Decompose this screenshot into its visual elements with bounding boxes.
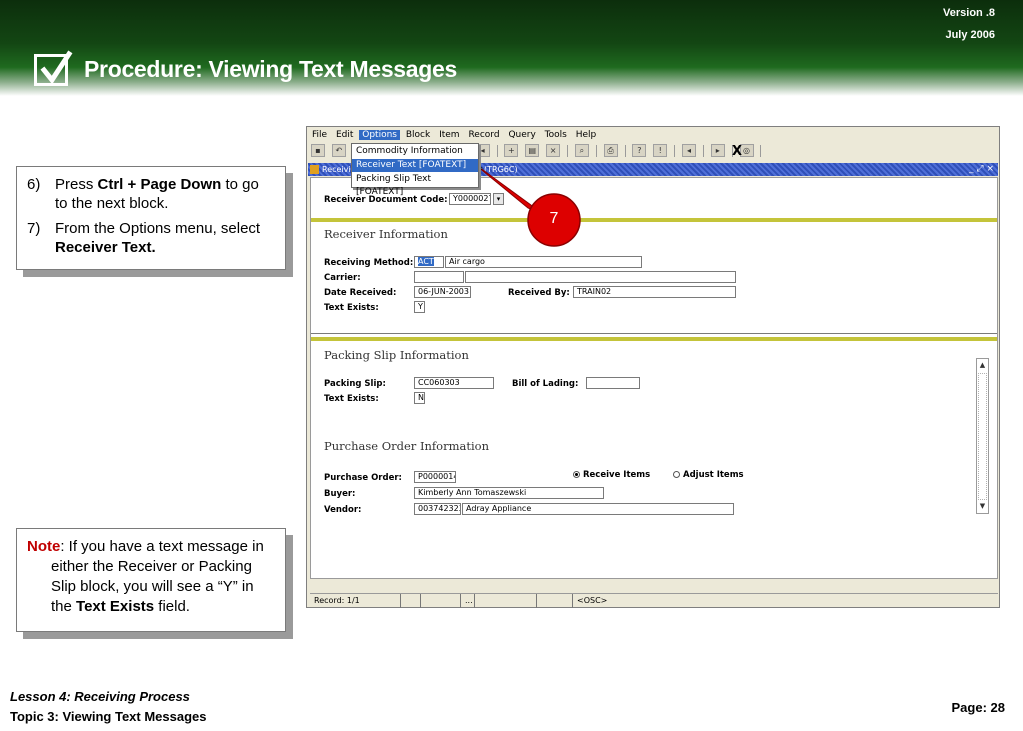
status-bar: Record: 1/1 ... <OSC> [310, 593, 998, 608]
window-controls[interactable]: _ ⤢ × [969, 163, 994, 176]
note-text: : If you have a text message in [60, 538, 264, 555]
received-by-field[interactable]: TRAIN02 [573, 286, 736, 298]
bill-of-lading-label: Bill of Lading: [512, 379, 579, 389]
purchase-order-field[interactable]: P0000014 [414, 471, 456, 483]
packing-slip-title: Packing Slip Information [324, 348, 469, 362]
block-divider [311, 218, 997, 222]
options-dropdown: Commodity Information Receiver Text [FOA… [351, 143, 479, 197]
steps-callout: 6) Press Ctrl + Page Down to go to the n… [16, 166, 286, 270]
rollback-icon[interactable]: ↶ [331, 144, 346, 157]
callout-marker [471, 161, 581, 247]
text-exists-label: Text Exists: [324, 394, 379, 404]
search-icon[interactable]: ⌕ [574, 144, 589, 157]
buyer-label: Buyer: [324, 489, 356, 499]
adjust-items-radio[interactable]: Adjust Items [673, 470, 744, 480]
text-exists-label: Text Exists: [324, 303, 379, 313]
receiving-method-desc-field[interactable]: Air cargo [445, 256, 642, 268]
receiving-method-code-field[interactable]: ACT [414, 256, 444, 268]
status-record: Record: 1/1 [314, 596, 360, 605]
callout-number: 7 [549, 210, 559, 227]
date-received-label: Date Received: [324, 288, 397, 298]
radio-unselected-icon [673, 471, 680, 478]
exit-icon[interactable]: X [732, 144, 742, 159]
receiver-text-exists-field[interactable]: Y [414, 301, 425, 313]
receiving-method-label: Receiving Method: [324, 258, 414, 268]
purchase-order-label: Purchase Order: [324, 473, 402, 483]
menu-help[interactable]: Help [573, 130, 600, 140]
block-divider [311, 337, 997, 341]
previous-record-icon[interactable]: ◂ [682, 144, 696, 157]
menu-item[interactable]: Item [436, 130, 463, 140]
receiver-info-title: Receiver Information [324, 227, 448, 241]
purchase-order-title: Purchase Order Information [324, 439, 489, 453]
scroll-up-icon[interactable]: ▲ [977, 360, 988, 371]
menu-edit[interactable]: Edit [333, 130, 356, 140]
carrier-code-field[interactable] [414, 271, 464, 283]
step-text: From the Options menu, select Receiver T… [55, 220, 261, 256]
step-number: 7) [27, 220, 41, 237]
window-icon [310, 165, 319, 174]
bill-of-lading-field[interactable] [586, 377, 640, 389]
scroll-thumb[interactable] [978, 373, 987, 500]
enter-query-icon[interactable]: ? [632, 144, 647, 157]
step-number: 6) [27, 176, 41, 193]
note-text: the Text Exists field. [51, 598, 190, 615]
menu-bar: File Edit Options Block Item Record Quer… [307, 127, 999, 143]
date-label: July 2006 [945, 29, 995, 41]
clear-record-icon[interactable]: ▤ [525, 144, 540, 157]
radio-selected-icon [573, 471, 580, 478]
menu-tools[interactable]: Tools [542, 130, 570, 140]
packing-text-exists-field[interactable]: N [414, 392, 425, 404]
insert-record-icon[interactable]: + [504, 144, 519, 157]
menu-commodity-information[interactable]: Commodity Information [352, 145, 478, 158]
date-received-field[interactable]: 06-JUN-2003 [414, 286, 471, 298]
step-text: Press Ctrl + Page Down to go to the next… [55, 176, 259, 212]
scroll-down-icon[interactable]: ▼ [977, 501, 988, 512]
vendor-id-field[interactable]: 003742323 [414, 503, 461, 515]
checkbox-icon [34, 50, 73, 86]
menu-record[interactable]: Record [465, 130, 502, 140]
page-number: Page: 28 [951, 700, 1005, 715]
window-title: Receivi [322, 165, 351, 174]
carrier-desc-field[interactable] [465, 271, 736, 283]
step-item: 6) Press Ctrl + Page Down to go to the n… [27, 175, 275, 213]
status-dots: ... [460, 594, 474, 608]
vendor-name-field[interactable]: Adray Appliance [462, 503, 734, 515]
lesson-label: Lesson 4: Receiving Process [10, 689, 190, 704]
step-item: 7) From the Options menu, select Receive… [27, 219, 275, 257]
print-icon[interactable]: ⎙ [603, 144, 618, 157]
menu-query[interactable]: Query [505, 130, 538, 140]
slide-title: Procedure: Viewing Text Messages [84, 56, 458, 82]
status-osc: <OSC> [572, 594, 607, 608]
note-text: either the Receiver or Packing [51, 558, 252, 575]
banner-form-window: File Edit Options Block Item Record Quer… [306, 126, 1000, 608]
buyer-field[interactable]: Kimberly Ann Tomaszewski [414, 487, 604, 499]
menu-options[interactable]: Options [359, 130, 400, 140]
vertical-scrollbar[interactable]: ▲ ▼ [976, 358, 989, 514]
slide-header: Version .8 July 2006 Procedure: Viewing … [0, 0, 1023, 96]
version-label: Version .8 [943, 7, 995, 19]
execute-query-icon[interactable]: ! [653, 144, 668, 157]
menu-packing-slip-text[interactable]: Packing Slip Text [FOATEXT] [352, 173, 478, 197]
menu-block[interactable]: Block [403, 130, 433, 140]
received-by-label: Received By: [508, 288, 570, 298]
note-label: Note [27, 538, 61, 555]
form-area: Receiver Document Code: Y0000027 ▾ Recei… [310, 177, 998, 579]
packing-slip-label: Packing Slip: [324, 379, 386, 389]
save-icon[interactable]: ▪ [311, 144, 325, 157]
remove-record-icon[interactable]: × [546, 144, 561, 157]
menu-receiver-text[interactable]: Receiver Text [FOATEXT] [352, 159, 478, 172]
packing-slip-field[interactable]: CC060303 [414, 377, 494, 389]
menu-file[interactable]: File [309, 130, 330, 140]
next-record-icon[interactable]: ▸ [710, 144, 725, 157]
carrier-label: Carrier: [324, 273, 361, 283]
vendor-label: Vendor: [324, 505, 362, 515]
receive-items-radio[interactable]: Receive Items [573, 470, 650, 480]
note-text: Slip block, you will see a “Y” in [51, 578, 254, 595]
note-callout: Note: If you have a text message in eith… [16, 528, 286, 632]
topic-label: Topic 3: Viewing Text Messages [10, 709, 207, 724]
